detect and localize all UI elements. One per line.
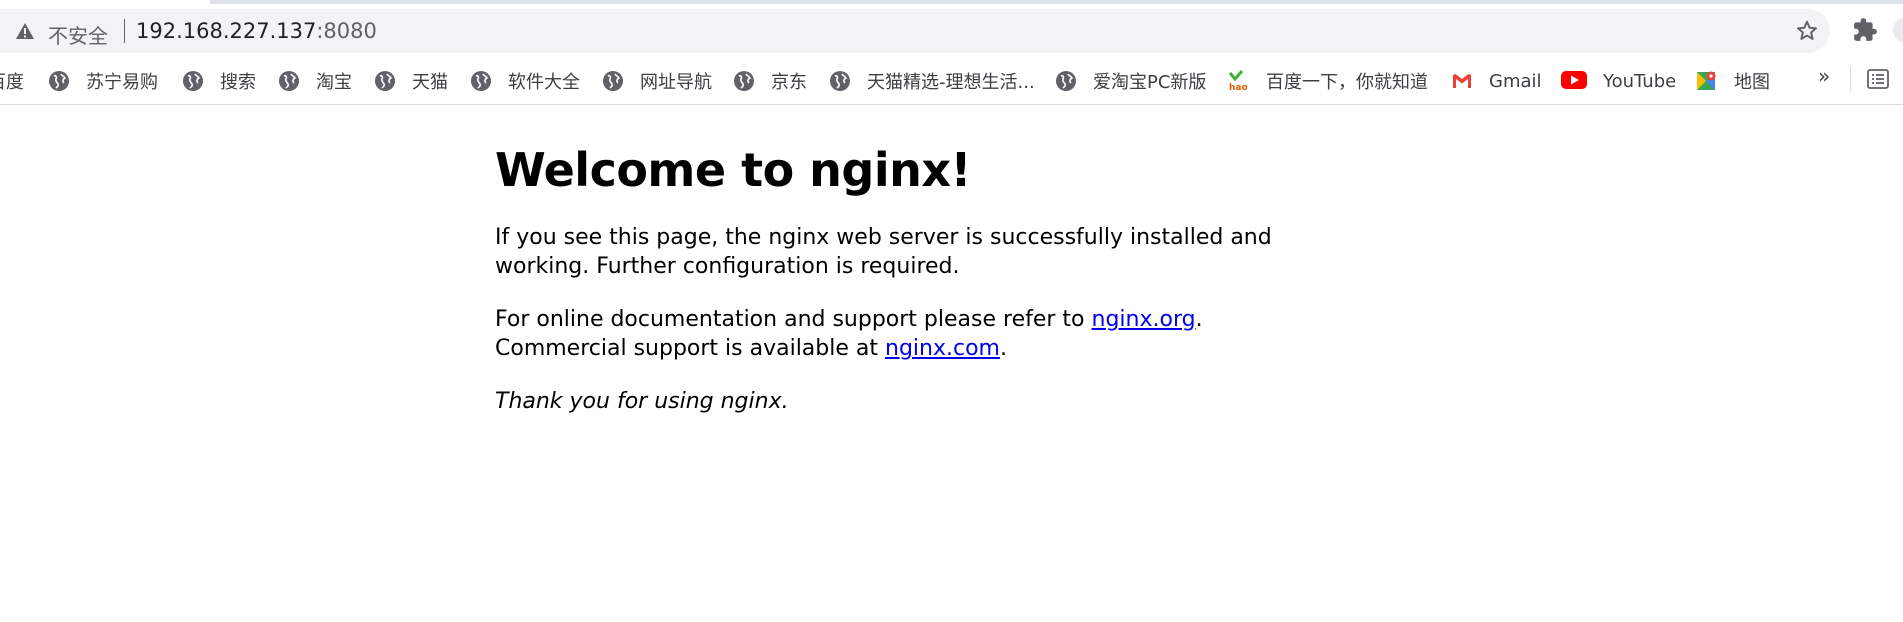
bookmark-nav[interactable]: 网址导航: [602, 66, 712, 96]
bookmark-search[interactable]: 搜索: [182, 66, 256, 96]
bookmark-taobao[interactable]: 淘宝: [278, 66, 352, 96]
support-period: .: [1195, 307, 1203, 332]
support-message: For online documentation and support ple…: [495, 305, 1295, 363]
bookmark-label: Gmail: [1489, 70, 1542, 92]
globe-icon: [278, 70, 300, 92]
globe-icon: [829, 70, 851, 92]
svg-text:hao: hao: [1229, 83, 1248, 92]
globe-icon: [470, 70, 492, 92]
bookmark-label: YouTube: [1603, 70, 1677, 92]
nginx-com-link[interactable]: nginx.com: [885, 336, 1000, 361]
gmail-icon: [1451, 70, 1473, 92]
warning-icon[interactable]: [15, 21, 35, 41]
profile-avatar[interactable]: [1893, 17, 1903, 43]
globe-icon: [1055, 70, 1077, 92]
bookmarks-overflow-chevron[interactable]: »: [1818, 64, 1830, 88]
bookmark-baidu-search[interactable]: hao 百度一下，你就知道: [1228, 66, 1428, 96]
bookmark-label: 京东: [771, 72, 807, 93]
support-text: For online documentation and support ple…: [495, 307, 1092, 332]
bookmark-star-icon[interactable]: [1794, 18, 1820, 44]
not-secure-label[interactable]: 不安全: [48, 20, 108, 49]
bookmark-tmall[interactable]: 天猫: [374, 66, 448, 96]
youtube-icon: [1561, 70, 1587, 92]
bookmark-jd[interactable]: 京东: [733, 66, 807, 96]
install-message: If you see this page, the nginx web serv…: [495, 225, 1272, 279]
bookmarks-divider: [1850, 66, 1851, 92]
bookmark-label: 爱淘宝PC新版: [1093, 72, 1207, 93]
page-title: Welcome to nginx!: [495, 143, 972, 197]
bookmark-label: 网址导航: [640, 72, 712, 93]
bookmark-baidu[interactable]: 百度: [0, 66, 24, 96]
url-port: :8080: [316, 19, 377, 43]
url-text[interactable]: 192.168.227.137:8080: [136, 19, 377, 43]
commercial-period: .: [999, 336, 1007, 361]
tab-strip-edge: [210, 0, 1903, 4]
bookmark-label: 苏宁易购: [86, 72, 158, 93]
bookmark-aitaobao[interactable]: 爱淘宝PC新版: [1055, 66, 1206, 96]
nginx-org-link[interactable]: nginx.org: [1092, 307, 1196, 332]
address-separator: [124, 19, 125, 43]
extensions-puzzle-icon[interactable]: [1852, 17, 1878, 43]
globe-icon: [374, 70, 396, 92]
globe-icon: [733, 70, 755, 92]
bookmark-label: 地图: [1734, 72, 1770, 93]
globe-icon: [182, 70, 204, 92]
bookmark-label: 百度: [0, 72, 24, 93]
thank-you-message: Thank you for using nginx.: [495, 389, 789, 414]
commercial-text: Commercial support is available at: [495, 336, 885, 361]
reading-list-icon[interactable]: [1866, 68, 1890, 90]
bookmark-label: 软件大全: [508, 72, 580, 93]
bookmark-label: 天猫: [412, 72, 448, 93]
address-bar[interactable]: 不安全 192.168.227.137:8080: [0, 9, 1830, 53]
bookmarks-bar: 百度 苏宁易购 搜索 淘宝 天猫 软件大全 网址导航 京东 天猫精选-理想生活.…: [0, 58, 1903, 105]
url-host: 192.168.227.137: [136, 19, 317, 43]
bookmark-label: 百度一下，你就知道: [1266, 72, 1428, 93]
browser-toolbar: 不安全 192.168.227.137:8080: [0, 0, 1903, 53]
bookmark-youtube[interactable]: YouTube: [1561, 66, 1676, 96]
bookmark-suning[interactable]: 苏宁易购: [48, 66, 158, 96]
page-content: Welcome to nginx! If you see this page, …: [495, 140, 1295, 416]
globe-icon: [602, 70, 624, 92]
bookmark-maps[interactable]: 地图: [1696, 66, 1770, 96]
bookmark-gmail[interactable]: Gmail: [1451, 66, 1542, 96]
bookmark-label: 淘宝: [316, 72, 352, 93]
bookmark-label: 天猫精选-理想生活...: [867, 72, 1035, 93]
bookmark-label: 搜索: [220, 72, 256, 93]
bookmark-software[interactable]: 软件大全: [470, 66, 580, 96]
maps-icon: [1696, 70, 1718, 92]
hao123-icon: hao: [1228, 70, 1250, 92]
globe-icon: [48, 70, 70, 92]
bookmark-tmall-select[interactable]: 天猫精选-理想生活...: [829, 66, 1035, 96]
